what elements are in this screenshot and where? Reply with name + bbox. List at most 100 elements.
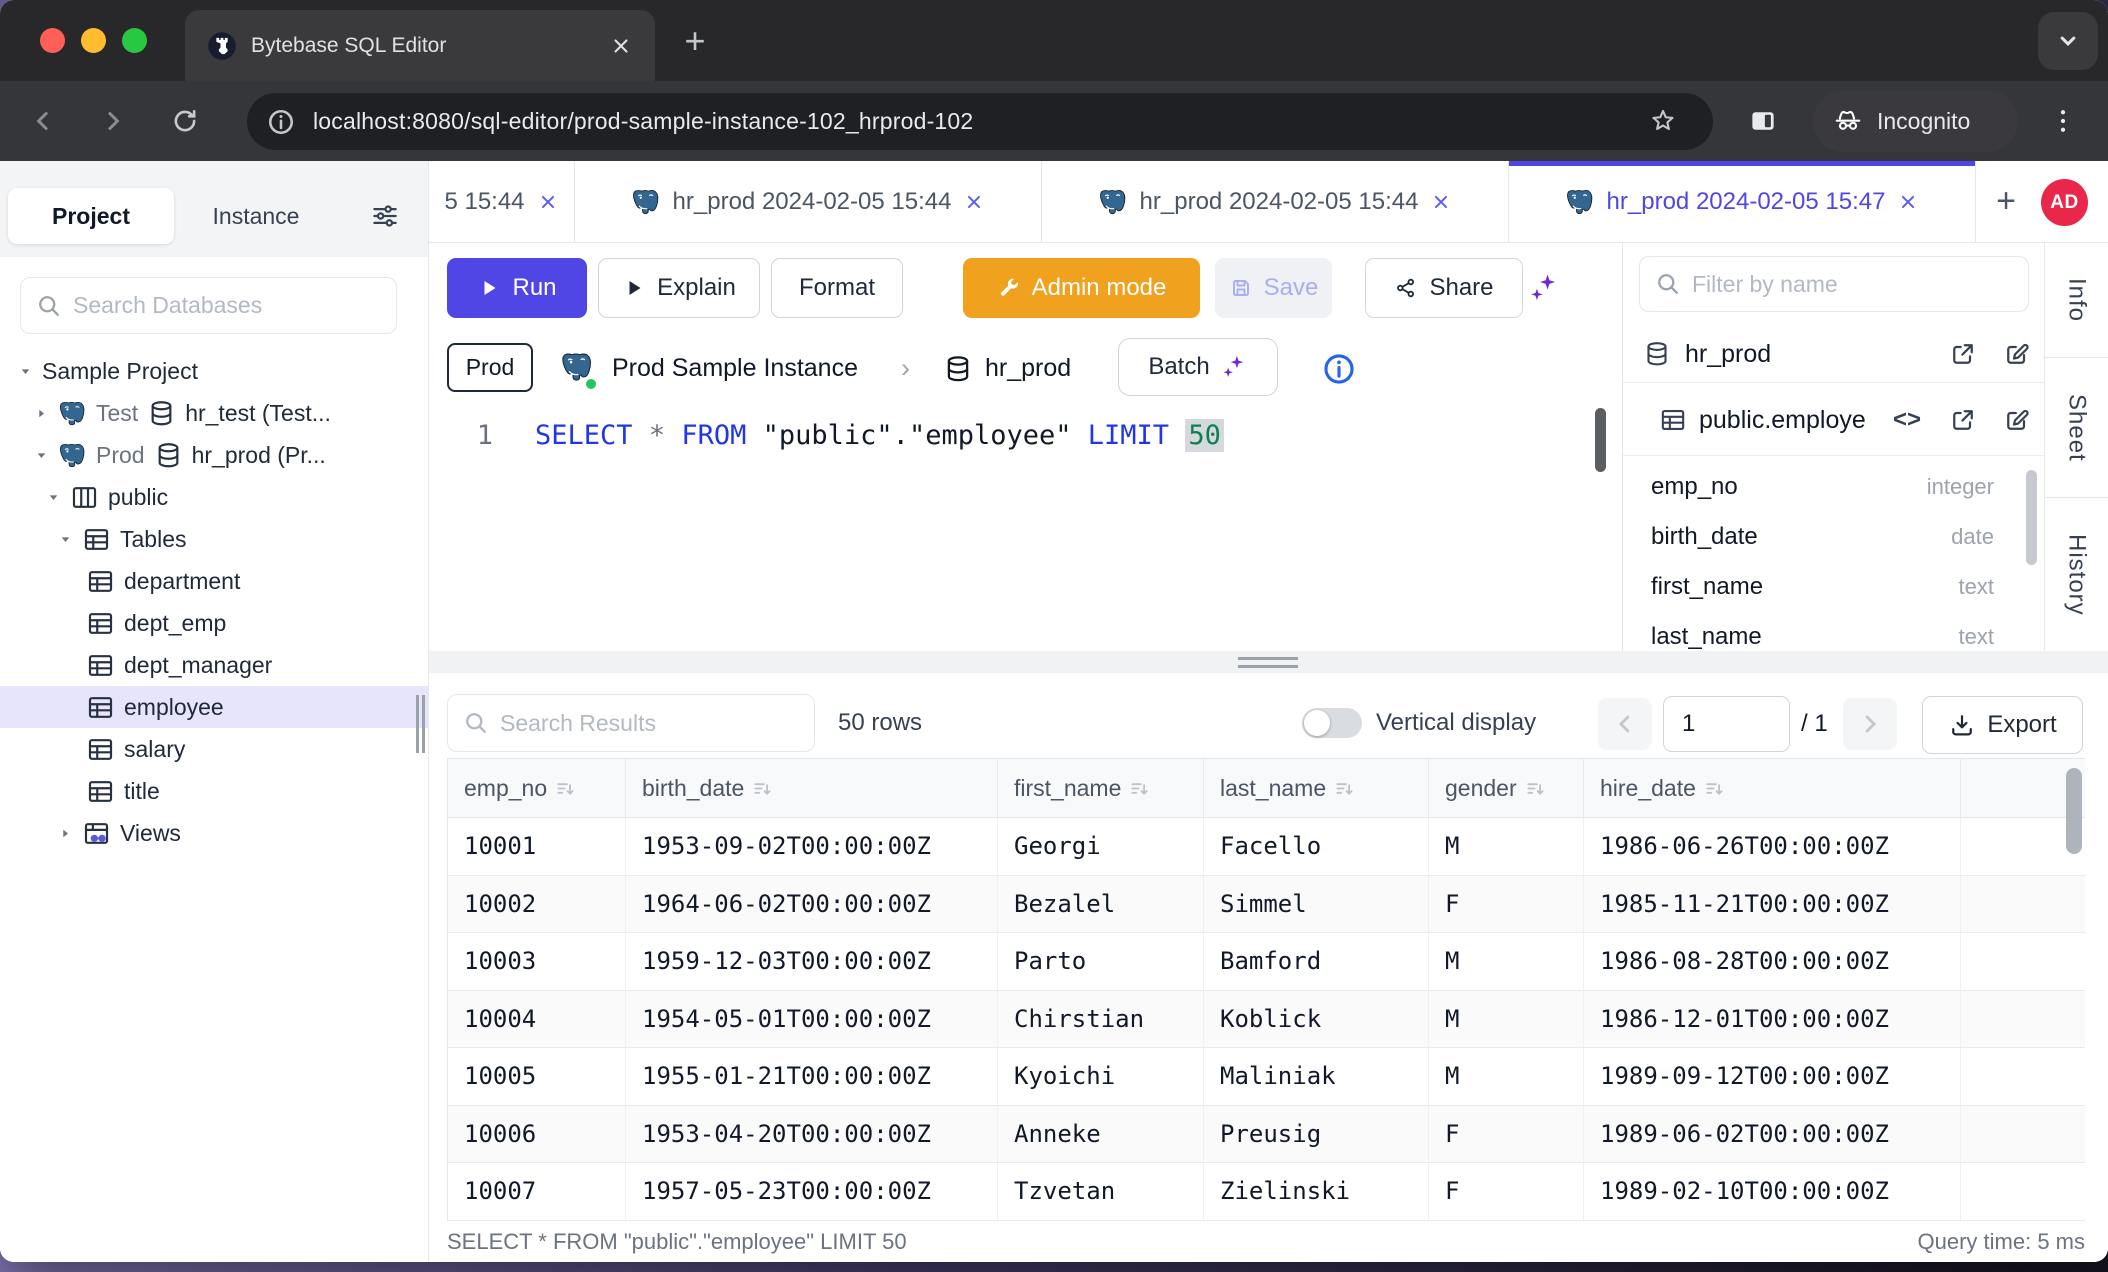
column-header[interactable]: gender — [1429, 759, 1584, 817]
code-icon[interactable]: <> — [1893, 406, 1921, 434]
sort-icon[interactable] — [1703, 777, 1726, 800]
edit-icon[interactable] — [2003, 406, 2031, 434]
tab-search-button[interactable] — [2038, 12, 2098, 70]
save-button[interactable]: Save — [1215, 258, 1332, 318]
tree-item-table-dept-emp[interactable]: dept_emp — [0, 602, 428, 644]
tree-item-views[interactable]: Views — [0, 812, 428, 854]
export-button[interactable]: Export — [1922, 696, 2083, 754]
minimize-window-button[interactable] — [81, 28, 106, 53]
sort-icon[interactable] — [554, 777, 577, 800]
close-icon[interactable] — [537, 191, 559, 213]
caret-down-icon[interactable] — [18, 364, 33, 379]
tab-sheet[interactable]: Sheet — [2045, 358, 2108, 498]
filter-by-name-input[interactable] — [1692, 271, 2014, 298]
caret-down-icon[interactable] — [34, 448, 49, 463]
prev-page-button[interactable] — [1598, 698, 1652, 750]
sort-icon[interactable] — [1333, 777, 1356, 800]
tab-project[interactable]: Project — [8, 188, 174, 244]
tree-item-table-employee-selected[interactable]: employee — [0, 686, 428, 728]
caret-right-icon[interactable] — [34, 406, 49, 421]
sheet-tab-2[interactable]: hr_prod 2024-02-05 15:44 — [575, 161, 1042, 243]
filter-input-wrap[interactable] — [1639, 256, 2029, 312]
run-button[interactable]: Run — [447, 258, 587, 318]
caret-down-icon[interactable] — [58, 532, 73, 547]
tree-item-test-db[interactable]: Test hr_test (Test... — [0, 392, 428, 434]
schema-table-row[interactable]: public.employe <> — [1623, 392, 2044, 448]
caret-right-icon[interactable] — [58, 826, 73, 841]
side-panel-icon[interactable] — [1748, 106, 1778, 136]
tree-item-table-title[interactable]: title — [0, 770, 428, 812]
tree-item-table-department[interactable]: department — [0, 560, 428, 602]
table-row[interactable]: 100061953-04-20T00:00:00ZAnnekePreusigF1… — [448, 1106, 2085, 1164]
caret-down-icon[interactable] — [46, 490, 61, 505]
tab-info[interactable]: Info — [2045, 243, 2108, 358]
table-row[interactable]: 100051955-01-21T00:00:00ZKyoichiMaliniak… — [448, 1048, 2085, 1106]
tree-item-project[interactable]: Sample Project — [0, 350, 428, 392]
tree-item-table-salary[interactable]: salary — [0, 728, 428, 770]
ai-sparkles-icon[interactable] — [1527, 271, 1561, 305]
column-header[interactable]: last_name — [1204, 759, 1429, 817]
close-tab-icon[interactable] — [609, 34, 633, 58]
edit-icon[interactable] — [2003, 340, 2031, 368]
avatar[interactable]: AD — [2041, 179, 2088, 226]
info-icon[interactable] — [1322, 352, 1356, 386]
forward-icon[interactable] — [98, 106, 128, 136]
new-sheet-button[interactable]: + — [1976, 161, 2036, 242]
schema-database-row[interactable]: hr_prod — [1623, 330, 2044, 378]
table-row[interactable]: 100021964-06-02T00:00:00ZBezalelSimmelF1… — [448, 876, 2085, 934]
tab-history[interactable]: History — [2045, 498, 2108, 651]
sort-icon[interactable] — [1128, 777, 1151, 800]
sidebar-resize-handle[interactable] — [416, 695, 428, 753]
search-results-input[interactable] — [500, 710, 800, 737]
column-header[interactable]: emp_no — [448, 759, 626, 817]
next-page-button[interactable] — [1843, 698, 1897, 750]
browser-tab[interactable]: Bytebase SQL Editor — [185, 10, 655, 81]
browser-menu-icon[interactable] — [2048, 106, 2078, 136]
maximize-window-button[interactable] — [122, 28, 147, 53]
external-link-icon[interactable] — [1949, 406, 1977, 434]
tree-item-table-dept-manager[interactable]: dept_manager — [0, 644, 428, 686]
results-search[interactable] — [447, 694, 815, 752]
external-link-icon[interactable] — [1949, 340, 1977, 368]
sql-statement[interactable]: SELECT * FROM "public"."employee" LIMIT … — [535, 420, 1224, 451]
table-row[interactable]: 100041954-05-01T00:00:00ZChirstianKoblic… — [448, 991, 2085, 1049]
table-row[interactable]: 100071957-05-23T00:00:00ZTzvetanZielinsk… — [448, 1163, 2085, 1221]
sheet-tab-4-active[interactable]: hr_prod 2024-02-05 15:47 — [1509, 161, 1976, 243]
close-icon[interactable] — [1430, 191, 1452, 213]
batch-button[interactable]: Batch — [1118, 338, 1278, 396]
column-header[interactable]: birth_date — [626, 759, 998, 817]
sort-icon[interactable] — [751, 777, 774, 800]
close-window-button[interactable] — [40, 28, 65, 53]
splitter-drag-handle[interactable] — [1238, 657, 1298, 673]
results-scrollbar-thumb[interactable] — [2066, 768, 2082, 854]
admin-mode-button[interactable]: Admin mode — [963, 258, 1200, 318]
column-row[interactable]: first_name text — [1623, 562, 2044, 612]
search-databases-input[interactable] — [73, 292, 382, 319]
filter-settings-icon[interactable] — [370, 201, 400, 231]
tree-item-prod-db[interactable]: Prod hr_prod (Pr... — [0, 434, 428, 476]
share-button[interactable]: Share — [1365, 258, 1523, 318]
tree-item-tables[interactable]: Tables — [0, 518, 428, 560]
back-icon[interactable] — [28, 106, 58, 136]
page-number-input[interactable] — [1663, 696, 1790, 752]
schema-scrollbar-thumb[interactable] — [2026, 470, 2037, 565]
sql-editor[interactable]: 1 SELECT * FROM "public"."employee" LIMI… — [429, 400, 1622, 651]
database-search[interactable] — [20, 277, 397, 334]
address-bar[interactable]: localhost:8080/sql-editor/prod-sample-in… — [247, 93, 1713, 150]
column-row[interactable]: last_name text — [1623, 612, 2044, 651]
table-row[interactable]: 100031959-12-03T00:00:00ZPartoBamfordM19… — [448, 933, 2085, 991]
explain-button[interactable]: Explain — [598, 258, 760, 318]
reload-icon[interactable] — [170, 106, 200, 136]
close-icon[interactable] — [963, 191, 985, 213]
sort-icon[interactable] — [1524, 777, 1547, 800]
table-row[interactable]: 100011953-09-02T00:00:00ZGeorgiFacelloM1… — [448, 818, 2085, 876]
sheet-tab-1[interactable]: 5 15:44 — [429, 161, 575, 243]
close-icon[interactable] — [1897, 191, 1919, 213]
vertical-display-toggle[interactable] — [1302, 708, 1362, 738]
column-header[interactable]: hire_date — [1584, 759, 1961, 817]
database-name[interactable]: hr_prod — [985, 337, 1071, 400]
column-row[interactable]: birth_date date — [1623, 512, 2044, 562]
tree-item-schema-public[interactable]: public — [0, 476, 428, 518]
sheet-tab-3[interactable]: hr_prod 2024-02-05 15:44 — [1042, 161, 1509, 243]
bookmark-star-icon[interactable] — [1648, 106, 1678, 136]
